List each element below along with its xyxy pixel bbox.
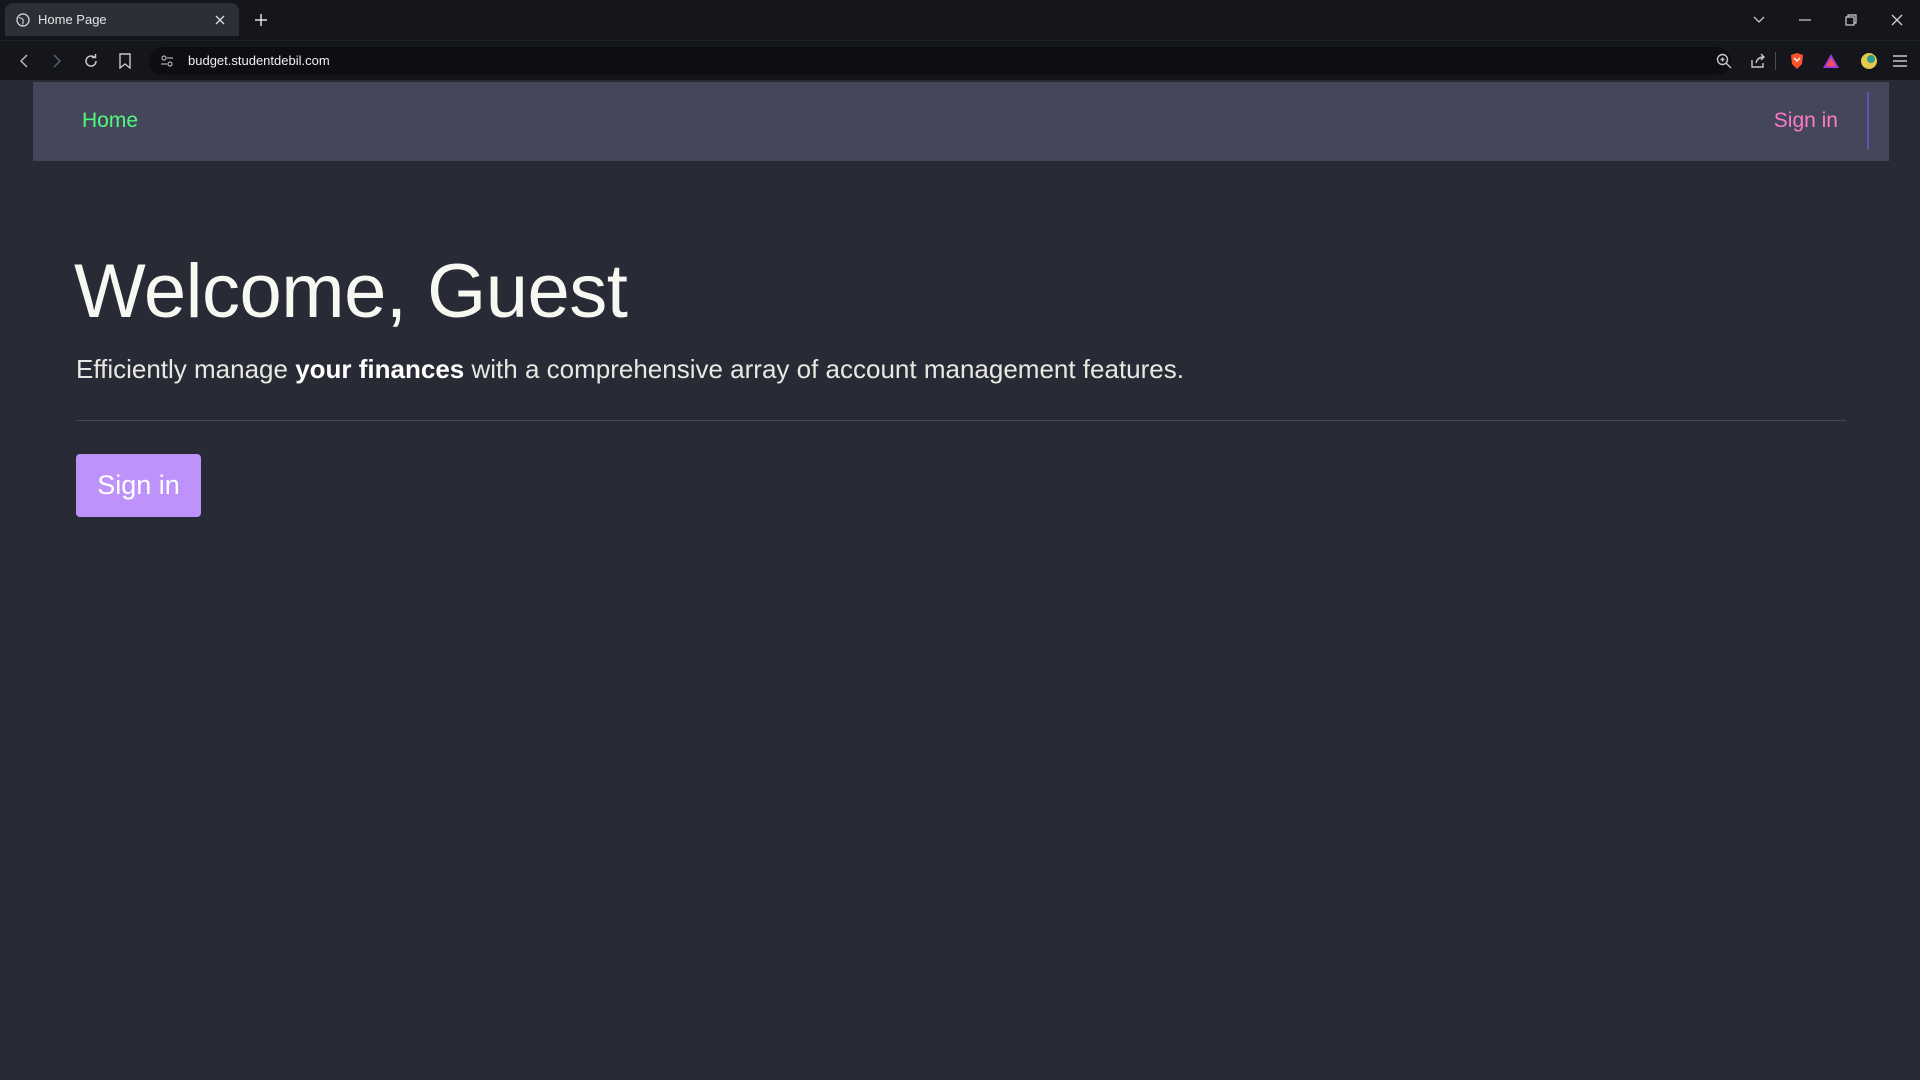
site-settings-icon[interactable] <box>159 53 175 69</box>
site-navbar: Home Sign in <box>33 82 1889 161</box>
address-bar[interactable]: budget.studentdebil.com <box>149 47 1776 75</box>
forward-icon[interactable] <box>46 50 68 72</box>
lead-text: Efficiently manage your finances with a … <box>76 354 1184 385</box>
reload-icon[interactable] <box>80 50 102 72</box>
browser-toolbar: budget.studentdebil.com <box>0 40 1920 80</box>
lead-text-bold: your finances <box>295 354 465 384</box>
back-icon[interactable] <box>13 50 35 72</box>
lead-text-start: Efficiently manage <box>76 354 296 384</box>
close-icon[interactable] <box>211 11 229 29</box>
globe-icon <box>15 12 31 28</box>
separator <box>1775 52 1776 70</box>
close-window-icon[interactable] <box>1874 0 1920 40</box>
divider <box>76 420 1846 421</box>
brave-shield-icon[interactable] <box>1786 50 1808 72</box>
browser-titlebar: Home Page <box>0 0 1920 40</box>
wallet-icon[interactable] <box>1858 50 1880 72</box>
rewards-icon[interactable] <box>1820 50 1842 72</box>
plus-icon[interactable] <box>250 9 272 31</box>
page-title: Welcome, Guest <box>74 249 628 334</box>
browser-tab[interactable]: Home Page <box>5 3 239 36</box>
navbar-divider <box>1867 92 1869 150</box>
zoom-icon[interactable] <box>1714 52 1734 70</box>
share-icon[interactable] <box>1748 52 1768 70</box>
menu-icon[interactable] <box>1889 50 1911 72</box>
nav-home-link[interactable]: Home <box>82 109 138 133</box>
url-text[interactable]: budget.studentdebil.com <box>188 53 330 68</box>
page-content: Home Sign in Welcome, Guest Efficiently … <box>0 80 1920 1080</box>
nav-signin-link[interactable]: Sign in <box>1774 109 1838 133</box>
tab-title: Home Page <box>38 12 107 27</box>
lead-text-end: with a comprehensive array of account ma… <box>464 354 1184 384</box>
signin-button[interactable]: Sign in <box>76 454 201 517</box>
chevron-down-icon[interactable] <box>1736 0 1782 40</box>
minimize-icon[interactable] <box>1782 0 1828 40</box>
bookmark-icon[interactable] <box>114 50 136 72</box>
window-controls <box>1736 0 1920 40</box>
restore-icon[interactable] <box>1828 0 1874 40</box>
